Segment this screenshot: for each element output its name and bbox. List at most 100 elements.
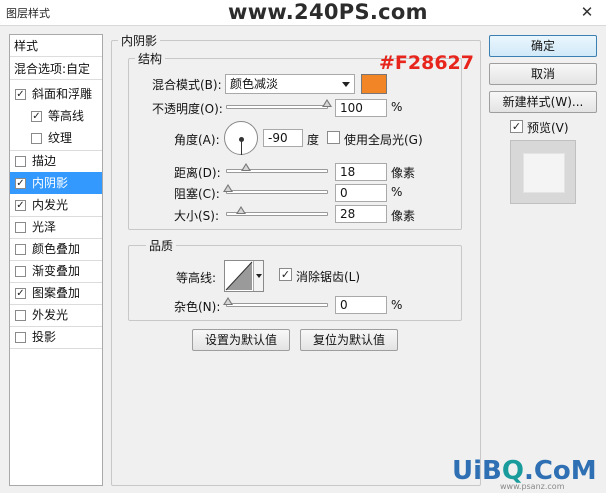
style-item-label: 斜面和浮雕 bbox=[32, 87, 93, 101]
inner-shadow-checkbox[interactable]: ✓ bbox=[15, 178, 26, 189]
noise-input[interactable]: 0 bbox=[335, 296, 387, 314]
angle-center-dot bbox=[239, 137, 244, 142]
noise-unit: % bbox=[391, 298, 403, 312]
site-watermark: www.240PS.com bbox=[228, 0, 428, 24]
pattern-overlay-checkbox[interactable]: ✓ bbox=[15, 288, 26, 299]
chevron-down-icon[interactable] bbox=[253, 261, 263, 291]
contour-label: 等高线: bbox=[176, 271, 217, 285]
opacity-slider-thumb[interactable] bbox=[322, 99, 332, 107]
style-item-bevel-emboss[interactable]: ✓ 斜面和浮雕 bbox=[10, 83, 102, 105]
close-icon[interactable]: ✕ bbox=[574, 3, 600, 22]
opacity-input[interactable]: 100 bbox=[335, 99, 387, 117]
size-slider-thumb[interactable] bbox=[236, 206, 246, 214]
style-item-label: 颜色叠加 bbox=[32, 242, 81, 256]
distance-label: 距离(D): bbox=[174, 166, 221, 180]
noise-slider-thumb[interactable] bbox=[223, 297, 233, 305]
shadow-color-swatch[interactable] bbox=[361, 74, 387, 94]
noise-label: 杂色(N): bbox=[174, 300, 221, 314]
style-item-label: 内阴影 bbox=[32, 176, 69, 190]
distance-slider[interactable] bbox=[226, 163, 328, 173]
style-item-gradient-overlay[interactable]: 渐变叠加 bbox=[10, 260, 102, 282]
global-light-label: 使用全局光(G) bbox=[344, 133, 423, 147]
style-preview-thumbnail bbox=[510, 140, 576, 204]
window-title: 图层样式 bbox=[6, 7, 50, 20]
new-style-button[interactable]: 新建样式(W)... bbox=[489, 91, 597, 113]
blend-mode-value: 颜色减淡 bbox=[230, 77, 279, 91]
style-item-label: 渐变叠加 bbox=[32, 264, 81, 278]
watermark-url: www.psanz.com bbox=[500, 482, 565, 491]
style-item-label: 等高线 bbox=[48, 109, 85, 123]
divider bbox=[10, 348, 102, 349]
style-item-label: 描边 bbox=[32, 154, 57, 168]
style-item-satin[interactable]: 光泽 bbox=[10, 216, 102, 238]
style-item-stroke[interactable]: 描边 bbox=[10, 150, 102, 172]
bevel-emboss-checkbox[interactable]: ✓ bbox=[15, 89, 26, 100]
texture-checkbox[interactable] bbox=[31, 133, 42, 144]
style-item-pattern-overlay[interactable]: ✓ 图案叠加 bbox=[10, 282, 102, 304]
noise-slider[interactable] bbox=[223, 297, 328, 307]
size-label: 大小(S): bbox=[174, 209, 220, 223]
style-item-label: 图案叠加 bbox=[32, 286, 81, 300]
contour-curve-icon bbox=[225, 261, 253, 291]
satin-checkbox[interactable] bbox=[15, 222, 26, 233]
angle-input[interactable]: -90 bbox=[263, 129, 303, 147]
color-annotation: #F28627 bbox=[379, 52, 474, 74]
distance-slider-thumb[interactable] bbox=[241, 163, 251, 171]
style-item-outer-glow[interactable]: 外发光 bbox=[10, 304, 102, 326]
style-list-header[interactable]: 样式 bbox=[10, 35, 102, 57]
size-slider[interactable] bbox=[226, 206, 328, 216]
choke-unit: % bbox=[391, 185, 403, 199]
choke-slider[interactable] bbox=[223, 184, 328, 194]
blend-mode-select[interactable]: 颜色减淡 bbox=[225, 74, 355, 94]
style-item-texture[interactable]: 纹理 bbox=[10, 127, 102, 149]
distance-input[interactable]: 18 bbox=[335, 163, 387, 181]
style-item-inner-glow[interactable]: ✓ 内发光 bbox=[10, 194, 102, 216]
angle-label: 角度(A): bbox=[174, 133, 220, 147]
style-list: 样式 混合选项:自定 ✓ 斜面和浮雕 ✓ 等高线 纹理 描边 ✓ 内阴影 ✓ 内… bbox=[9, 34, 103, 486]
ok-button[interactable]: 确定 bbox=[489, 35, 597, 57]
style-item-label: 纹理 bbox=[48, 131, 73, 145]
make-default-button[interactable]: 设置为默认值 bbox=[192, 329, 290, 351]
inner-shadow-title: 内阴影 bbox=[118, 32, 161, 49]
opacity-label: 不透明度(O): bbox=[152, 102, 223, 116]
choke-label: 阻塞(C): bbox=[174, 187, 220, 201]
preview-swatch bbox=[523, 153, 565, 193]
choke-slider-thumb[interactable] bbox=[223, 184, 233, 192]
chevron-down-icon bbox=[342, 82, 350, 87]
style-item-color-overlay[interactable]: 颜色叠加 bbox=[10, 238, 102, 260]
blend-options-item[interactable]: 混合选项:自定 bbox=[10, 58, 102, 80]
stroke-checkbox[interactable] bbox=[15, 156, 26, 167]
size-unit: 像素 bbox=[391, 209, 416, 223]
gradient-overlay-checkbox[interactable] bbox=[15, 266, 26, 277]
style-item-label: 外发光 bbox=[32, 308, 69, 322]
reset-default-button[interactable]: 复位为默认值 bbox=[300, 329, 398, 351]
opacity-slider[interactable] bbox=[226, 99, 332, 109]
contour-checkbox[interactable]: ✓ bbox=[31, 111, 42, 122]
style-item-inner-shadow[interactable]: ✓ 内阴影 bbox=[10, 172, 102, 194]
anti-alias-label: 消除锯齿(L) bbox=[296, 270, 361, 284]
anti-alias-checkbox[interactable]: ✓ bbox=[279, 268, 292, 281]
angle-unit: 度 bbox=[307, 133, 320, 147]
drop-shadow-checkbox[interactable] bbox=[15, 332, 26, 343]
outer-glow-checkbox[interactable] bbox=[15, 310, 26, 321]
style-item-label: 内发光 bbox=[32, 198, 69, 212]
quality-title: 品质 bbox=[146, 237, 177, 254]
preview-checkbox[interactable]: ✓ bbox=[510, 120, 523, 133]
preview-label: 预览(V) bbox=[527, 121, 569, 135]
structure-title: 结构 bbox=[135, 50, 166, 67]
distance-unit: 像素 bbox=[391, 166, 416, 180]
style-item-label: 光泽 bbox=[32, 220, 57, 234]
inner-glow-checkbox[interactable]: ✓ bbox=[15, 200, 26, 211]
angle-dial[interactable] bbox=[224, 121, 258, 155]
contour-picker[interactable] bbox=[224, 260, 264, 292]
color-overlay-checkbox[interactable] bbox=[15, 244, 26, 255]
style-item-contour[interactable]: ✓ 等高线 bbox=[10, 105, 102, 127]
cancel-button[interactable]: 取消 bbox=[489, 63, 597, 85]
size-input[interactable]: 28 bbox=[335, 205, 387, 223]
title-bar: 图层样式 www.240PS.com ✕ bbox=[0, 0, 606, 26]
style-item-drop-shadow[interactable]: 投影 bbox=[10, 326, 102, 348]
global-light-checkbox[interactable] bbox=[327, 131, 340, 144]
blend-mode-label: 混合模式(B): bbox=[152, 78, 222, 92]
choke-input[interactable]: 0 bbox=[335, 184, 387, 202]
opacity-unit: % bbox=[391, 100, 403, 114]
